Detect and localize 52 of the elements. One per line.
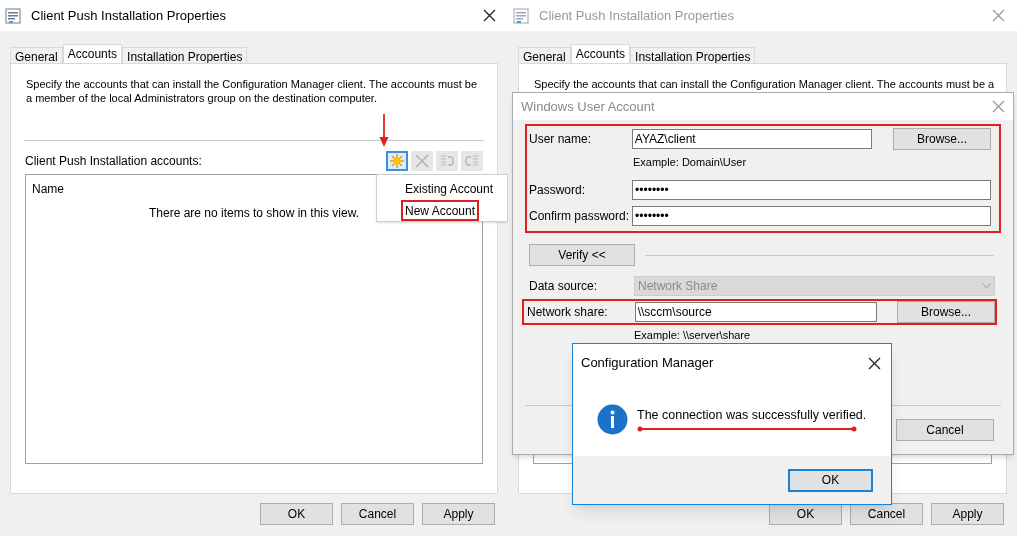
dialog-button[interactable]: Cancel bbox=[896, 418, 994, 441]
accounts-label: Client Push Installation accounts: bbox=[25, 152, 202, 170]
chevron-down-icon bbox=[982, 283, 991, 289]
field-label: Network share: bbox=[527, 304, 609, 321]
tab[interactable]: Accounts bbox=[570, 44, 631, 63]
field-label: User name: bbox=[529, 131, 593, 148]
dialog-button[interactable]: OK bbox=[260, 503, 333, 525]
x-icon bbox=[415, 153, 429, 168]
description-text: Specify the accounts that can install the Configuration Manager client. The accounts must be a member of the local Administrators group on the destination computer. bbox=[26, 77, 479, 105]
menu-item[interactable]: Existing Account bbox=[401, 178, 498, 199]
list-arrow-icon bbox=[465, 153, 479, 168]
password-field[interactable]: •••••••• bbox=[632, 205, 991, 226]
field-label: Data source: bbox=[529, 278, 599, 295]
ok-button[interactable]: OK bbox=[788, 468, 873, 492]
tab[interactable]: General bbox=[518, 47, 571, 63]
dialog-button[interactable]: Cancel bbox=[341, 503, 414, 525]
annotation-arrow bbox=[379, 114, 389, 147]
list-arrow-icon bbox=[440, 153, 454, 168]
dialog-button[interactable]: Apply bbox=[422, 503, 495, 525]
description-text: Specify the accounts that can install the Configuration Manager client. The accounts must be a bbox=[534, 77, 995, 91]
dialog-button[interactable]: Cancel bbox=[850, 503, 923, 525]
sunburst-icon bbox=[390, 153, 404, 168]
dialog-button[interactable]: Verify << bbox=[529, 244, 635, 266]
message-text: The connection was successfully verified. bbox=[637, 406, 867, 424]
password-field[interactable]: •••••••• bbox=[632, 179, 991, 200]
dialog-button[interactable]: OK bbox=[769, 503, 842, 525]
window-title: Client Push Installation Properties bbox=[539, 6, 736, 25]
tab[interactable]: Accounts bbox=[62, 44, 123, 63]
tab[interactable]: Installation Properties bbox=[122, 47, 248, 63]
close-icon[interactable] bbox=[483, 9, 496, 22]
dialog-button[interactable]: Browse... bbox=[897, 301, 995, 323]
tab[interactable]: Installation Properties bbox=[630, 47, 756, 63]
tab[interactable]: General bbox=[10, 47, 63, 63]
window-app-icon bbox=[5, 7, 21, 24]
field-label: Confirm password: bbox=[529, 207, 631, 225]
dialog-title: Windows User Account bbox=[521, 97, 655, 116]
column-header[interactable]: Name bbox=[32, 180, 64, 198]
field-label: Password: bbox=[529, 181, 587, 199]
message-box-title: Configuration Manager bbox=[581, 354, 714, 373]
network-share-field[interactable]: \\sccm\source bbox=[634, 302, 877, 322]
example-text: Example: Domain\User bbox=[633, 155, 748, 170]
dialog-button[interactable]: Browse... bbox=[893, 128, 991, 150]
example-text: Example: \\server\share bbox=[634, 328, 752, 343]
dialog-button[interactable]: Apply bbox=[931, 503, 1004, 525]
username-field[interactable]: AYAZ\client bbox=[631, 129, 872, 149]
info-icon bbox=[597, 403, 628, 435]
close-icon[interactable] bbox=[868, 356, 881, 370]
menu-item[interactable]: New Account bbox=[401, 200, 480, 221]
window-app-icon bbox=[513, 7, 529, 24]
toolbar-button[interactable] bbox=[386, 150, 408, 171]
empty-list-text: There are no items to show in this view. bbox=[148, 205, 360, 222]
window-title: Client Push Installation Properties bbox=[31, 6, 228, 25]
